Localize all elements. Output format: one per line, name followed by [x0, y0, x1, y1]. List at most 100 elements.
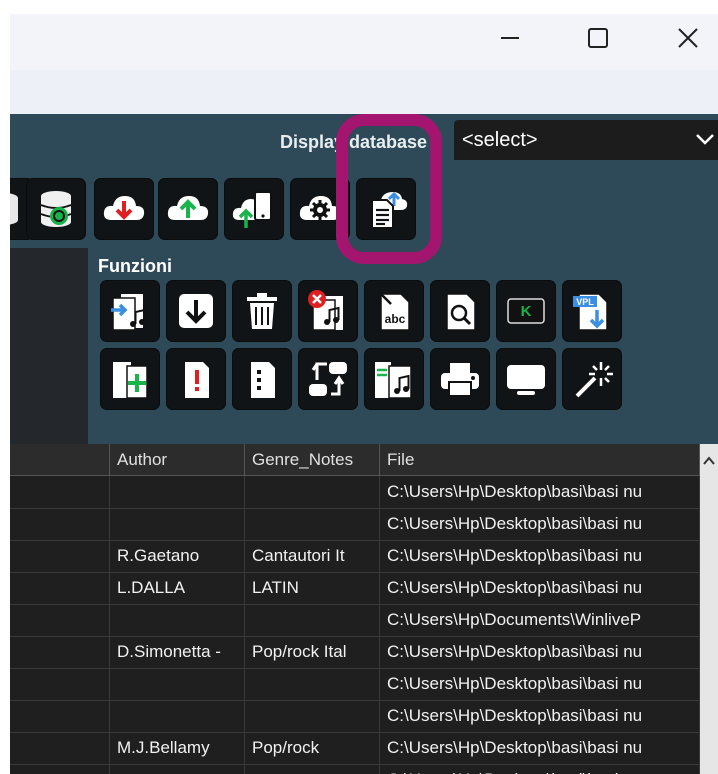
author-cell — [110, 476, 245, 508]
row-indicator-cell — [10, 764, 110, 774]
author-cell — [110, 764, 245, 774]
database-partial-icon — [10, 193, 18, 225]
list-document-button[interactable] — [232, 348, 292, 410]
swap-button[interactable] — [298, 348, 358, 410]
author-cell: L.DALLA — [110, 572, 245, 604]
file-cell: C:\Users\Hp\Documents\WinliveP — [380, 604, 700, 636]
download-arrow-button[interactable] — [166, 280, 226, 342]
vertical-scrollbar[interactable] — [700, 444, 718, 774]
monitor-icon — [507, 365, 545, 395]
row-indicator-cell — [10, 572, 110, 604]
cloud-settings-icon — [299, 196, 341, 220]
alert-document-button[interactable] — [166, 348, 226, 410]
table-header-blank — [10, 444, 110, 476]
author-cell: M.J.Bellamy — [110, 732, 245, 764]
cloud-settings-button[interactable] — [290, 178, 350, 240]
cloud-upload-mobile-button[interactable] — [224, 178, 284, 240]
minimize-icon — [501, 37, 519, 39]
print-icon — [441, 363, 479, 397]
column-header-genre-notes[interactable]: Genre_Notes — [245, 444, 380, 476]
table-row[interactable]: C:\Users\Hp\Desktop\basi\basi nu — [10, 764, 700, 774]
file-cell: C:\Users\Hp\Desktop\basi\basi nu — [380, 508, 700, 540]
genre-cell — [245, 668, 380, 700]
music-list-icon — [375, 362, 412, 399]
cloud-upload-document-icon — [371, 191, 408, 229]
maximize-icon — [588, 28, 608, 48]
table-row[interactable]: L.DALLA LATIN C:\Users\Hp\Desktop\basi\b… — [10, 572, 700, 605]
trash-button[interactable] — [232, 280, 292, 342]
table-row[interactable]: D.Simonetta - Pop/rock Ital C:\Users\Hp\… — [10, 636, 700, 669]
magic-wand-button[interactable] — [562, 348, 622, 410]
author-cell — [110, 604, 245, 636]
rename-abc-icon: abc — [378, 291, 410, 331]
svg-text:K: K — [521, 303, 532, 320]
add-document-button[interactable] — [100, 348, 160, 410]
genre-cell: Pop/rock Ital — [245, 636, 380, 668]
table-row[interactable]: C:\Users\Hp\Desktop\basi\basi nu — [10, 700, 700, 733]
cloud-download-icon — [103, 196, 145, 220]
cloud-upload-button[interactable] — [158, 178, 218, 240]
app-panel: Display database <select> Funzioni abc K… — [10, 114, 718, 774]
magic-wand-icon — [575, 362, 613, 398]
cloud-download-button[interactable] — [94, 178, 154, 240]
delete-music-icon — [308, 290, 343, 331]
table-row[interactable]: C:\Users\Hp\Documents\WinliveP — [10, 604, 700, 637]
music-list-button[interactable] — [364, 348, 424, 410]
scroll-up-icon[interactable] — [700, 444, 718, 476]
genre-cell — [245, 700, 380, 732]
download-arrow-icon — [179, 294, 213, 328]
row-indicator-cell — [10, 508, 110, 540]
karaoke-k-button[interactable]: K — [496, 280, 556, 342]
table-row[interactable]: R.Gaetano Cantautori It C:\Users\Hp\Desk… — [10, 540, 700, 573]
row-indicator-cell — [10, 668, 110, 700]
chevron-down-icon — [694, 120, 716, 174]
file-cell: C:\Users\Hp\Desktop\basi\basi nu — [380, 732, 700, 764]
vpl-download-icon: VPL — [573, 293, 608, 331]
row-indicator-cell — [10, 604, 110, 636]
row-indicator-cell — [10, 540, 110, 572]
author-cell: D.Simonetta - — [110, 636, 245, 668]
database-select-value: <select> — [462, 129, 538, 151]
delete-music-button[interactable] — [298, 280, 358, 342]
close-button[interactable] — [658, 14, 718, 62]
monitor-button[interactable] — [496, 348, 556, 410]
file-cell: C:\Users\Hp\Desktop\basi\basi nu — [380, 572, 700, 604]
left-panel — [10, 248, 88, 444]
database-select[interactable]: <select> — [454, 120, 718, 160]
database-sync-button[interactable] — [26, 178, 86, 240]
database-sync-icon — [40, 191, 72, 227]
print-button[interactable] — [430, 348, 490, 410]
import-music-button[interactable] — [100, 280, 160, 342]
genre-cell: Pop/rock — [245, 732, 380, 764]
author-cell: R.Gaetano — [110, 540, 245, 572]
karaoke-k-icon: K — [507, 298, 545, 324]
minimize-button[interactable] — [480, 14, 540, 62]
cloud-upload-document-button[interactable] — [356, 178, 416, 240]
funzioni-label: Funzioni — [98, 256, 172, 276]
swap-icon — [309, 362, 347, 396]
genre-cell — [245, 764, 380, 774]
table-row[interactable]: C:\Users\Hp\Desktop\basi\basi nu — [10, 668, 700, 701]
display-database-label: Display database — [280, 132, 428, 152]
file-cell: C:\Users\Hp\Desktop\basi\basi nu — [380, 764, 700, 774]
maximize-button[interactable] — [568, 14, 628, 62]
table-row[interactable]: C:\Users\Hp\Desktop\basi\basi nu — [10, 508, 700, 541]
row-indicator-cell — [10, 476, 110, 508]
genre-cell: LATIN — [245, 572, 380, 604]
rename-abc-button[interactable]: abc — [364, 280, 424, 342]
search-document-button[interactable] — [430, 280, 490, 342]
genre-cell: Cantautori It — [245, 540, 380, 572]
file-cell: C:\Users\Hp\Desktop\basi\basi nu — [380, 636, 700, 668]
table-row[interactable]: M.J.Bellamy Pop/rock C:\Users\Hp\Desktop… — [10, 732, 700, 765]
vpl-download-button[interactable]: VPL — [562, 280, 622, 342]
close-icon — [678, 28, 698, 48]
table-row[interactable]: C:\Users\Hp\Desktop\basi\basi nu — [10, 476, 700, 509]
add-document-icon — [113, 362, 148, 399]
author-cell — [110, 668, 245, 700]
song-table[interactable]: Author Genre_Notes File C:\Users\Hp\Desk… — [10, 444, 718, 774]
column-header-file[interactable]: File — [380, 444, 700, 476]
svg-text:abc: abc — [385, 312, 406, 326]
column-header-author[interactable]: Author — [110, 444, 245, 476]
search-document-icon — [446, 293, 476, 331]
cloud-upload-icon — [167, 196, 209, 220]
